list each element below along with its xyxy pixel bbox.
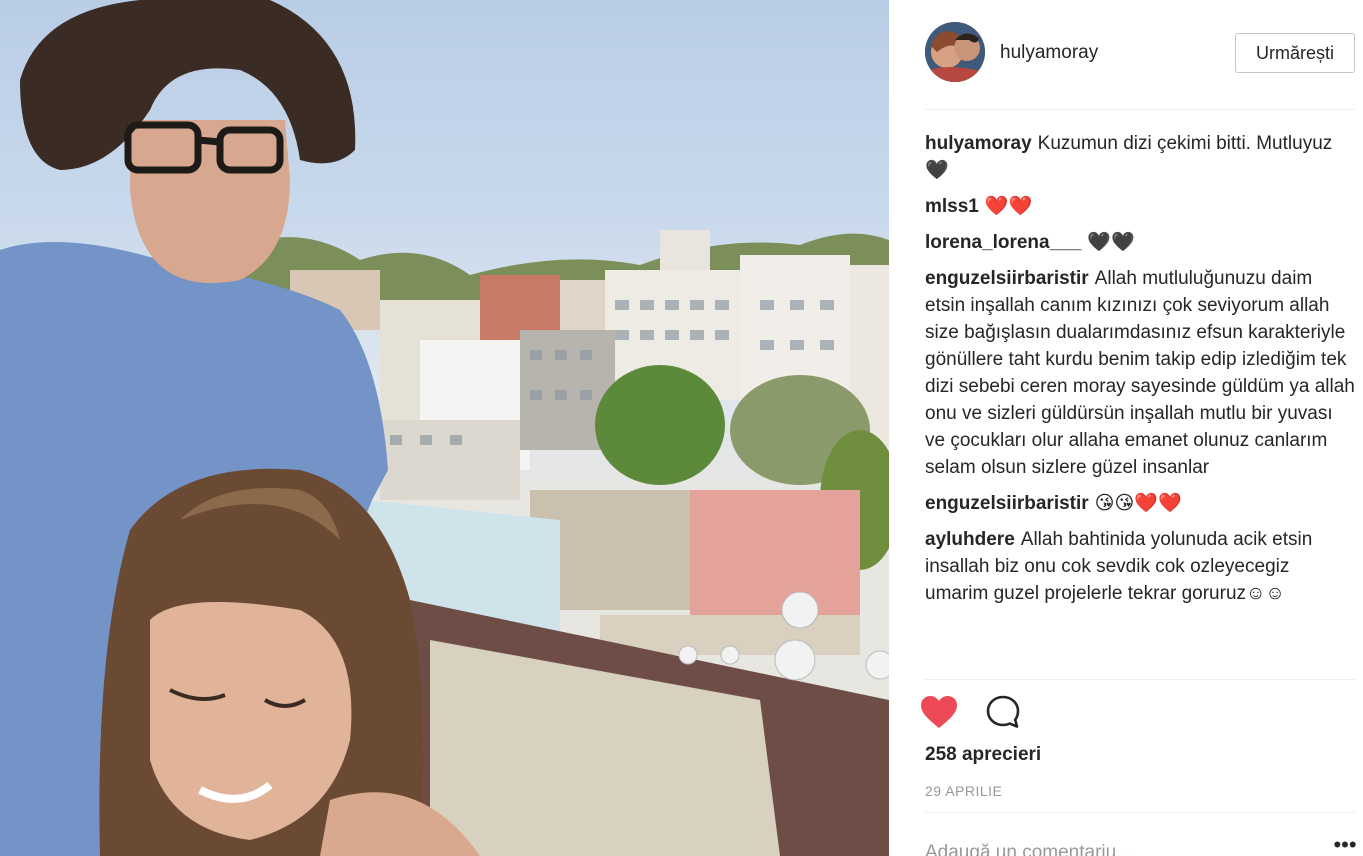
post-header: hulyamoray Urmărești xyxy=(925,22,1355,84)
comment-item: lorena_lorena___ 🖤🖤 xyxy=(925,229,1355,256)
comment-author[interactable]: lorena_lorena___ xyxy=(925,232,1081,253)
comment-text: 😘😘❤️❤️ xyxy=(1094,493,1182,514)
speech-bubble-icon xyxy=(986,695,1020,728)
comment-item: mlss1 ❤️❤️ xyxy=(925,193,1355,220)
comment-item: ayluhdere Allah bahtinida yolunuda acik e… xyxy=(925,526,1355,607)
photo-scene xyxy=(0,0,889,856)
heart-filled-icon xyxy=(921,696,957,728)
avatar[interactable] xyxy=(925,22,985,82)
post-photo[interactable] xyxy=(0,0,889,856)
comment-item: enguzelsiirbaristir 😘😘❤️❤️ xyxy=(925,490,1355,517)
comment-text: Allah mutluluğunuzu daim etsin inşallah … xyxy=(925,268,1355,478)
comment-author[interactable]: hulyamoray xyxy=(925,133,1032,154)
likes-count[interactable]: 258 aprecieri xyxy=(925,744,1041,766)
comments-list[interactable]: hulyamoray Kuzumun dizi çekimi bitti. Mut… xyxy=(925,130,1355,678)
comment-box-divider xyxy=(925,812,1355,813)
actions-divider xyxy=(925,679,1355,680)
header-divider xyxy=(925,109,1355,110)
comment-item: enguzelsiirbaristir Allah mutluluğunuzu d… xyxy=(925,265,1355,481)
avatar-image xyxy=(925,22,985,82)
comment-author[interactable]: mlss1 xyxy=(925,196,979,217)
post-actions xyxy=(921,690,1355,734)
more-options-button[interactable]: ••• xyxy=(1331,834,1359,856)
post-side-panel: hulyamoray Urmărești hulyamoray Kuzumun d… xyxy=(889,0,1363,856)
comment-author[interactable]: enguzelsiirbaristir xyxy=(925,268,1089,289)
post-date[interactable]: 29 APRILIE xyxy=(925,783,1002,799)
add-comment-input[interactable] xyxy=(925,838,1315,856)
comment-item: hulyamoray Kuzumun dizi çekimi bitti. Mut… xyxy=(925,130,1355,184)
post-author-username[interactable]: hulyamoray xyxy=(1000,42,1098,64)
comment-button[interactable] xyxy=(983,690,1023,734)
following-button[interactable]: Urmărești xyxy=(1235,33,1355,73)
comment-author[interactable]: ayluhdere xyxy=(925,529,1015,550)
comment-author[interactable]: enguzelsiirbaristir xyxy=(925,493,1089,514)
comment-text: ❤️❤️ xyxy=(984,196,1033,217)
comment-text: 🖤🖤 xyxy=(1087,232,1135,253)
like-button[interactable] xyxy=(919,690,959,734)
